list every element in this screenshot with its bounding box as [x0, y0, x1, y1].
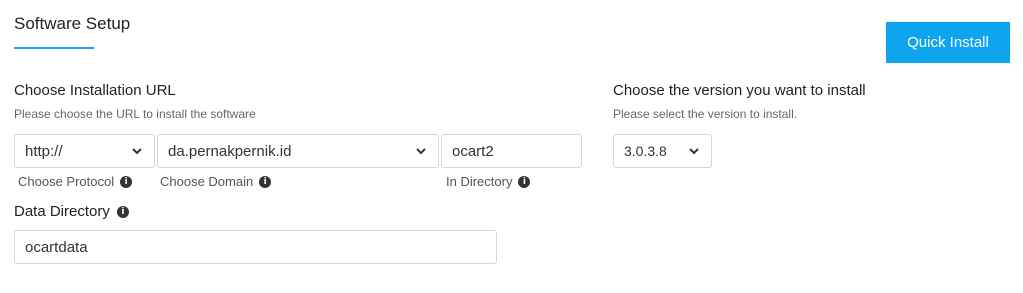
quick-install-button[interactable]: Quick Install [886, 22, 1010, 63]
data-directory-value: ocartdata [25, 238, 88, 256]
title-underline [14, 47, 94, 49]
protocol-value: http:// [25, 142, 63, 160]
version-value: 3.0.3.8 [624, 143, 667, 159]
info-icon[interactable]: i [518, 175, 531, 188]
directory-input[interactable]: ocart2 [441, 134, 582, 168]
data-directory-input[interactable]: ocartdata [14, 230, 497, 264]
domain-select[interactable]: da.pernakpernik.id [157, 134, 439, 168]
version-subheading: Please select the version to install. [613, 107, 798, 121]
info-icon[interactable]: i [259, 175, 272, 188]
section-title: Software Setup [14, 14, 131, 33]
info-icon[interactable]: i [116, 205, 129, 218]
data-directory-label: Data Directory [14, 203, 110, 220]
data-directory-heading: Data Directory i [14, 203, 129, 220]
domain-value: da.pernakpernik.id [168, 142, 292, 160]
chevron-down-icon [132, 148, 142, 155]
chevron-down-icon [689, 148, 699, 155]
protocol-select[interactable]: http:// [14, 134, 155, 168]
info-icon[interactable]: i [120, 175, 133, 188]
protocol-label: Choose Protocol i [18, 174, 133, 189]
directory-label-text: In Directory [446, 174, 513, 189]
installation-url-subheading: Please choose the URL to install the sof… [14, 107, 256, 121]
chevron-down-icon [416, 148, 426, 155]
version-heading: Choose the version you want to install [613, 82, 866, 99]
version-select[interactable]: 3.0.3.8 [613, 134, 712, 168]
installation-url-heading: Choose Installation URL [14, 82, 176, 99]
directory-value: ocart2 [452, 142, 494, 160]
directory-label: In Directory i [446, 174, 531, 189]
protocol-label-text: Choose Protocol [18, 174, 115, 189]
domain-label: Choose Domain i [160, 174, 272, 189]
domain-label-text: Choose Domain [160, 174, 254, 189]
